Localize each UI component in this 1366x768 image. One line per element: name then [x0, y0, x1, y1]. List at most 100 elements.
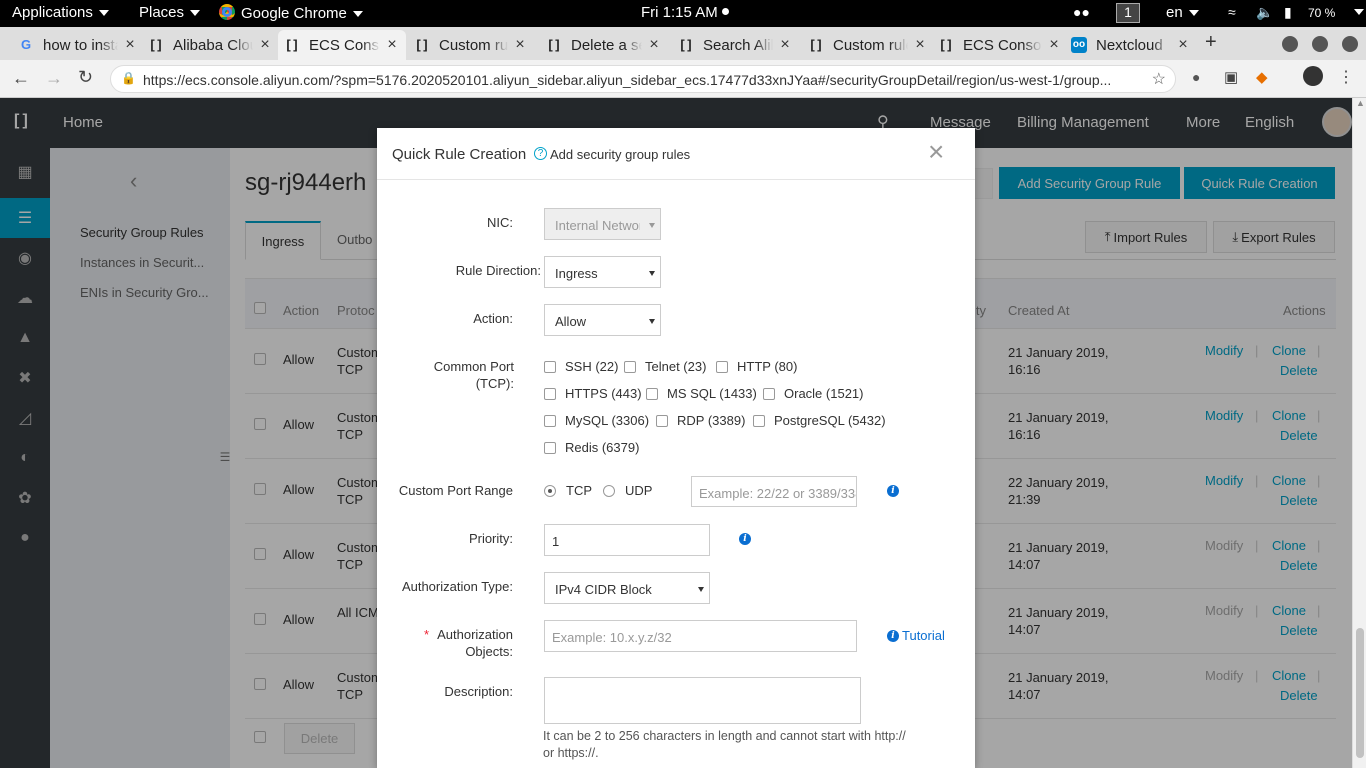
browser-tab-strip: Ghow to install× [ ]Alibaba Cloud× [ ]EC…	[0, 27, 1366, 60]
udp-radio[interactable]: UDP	[603, 483, 652, 498]
chrome-app-menu[interactable]: Google Chrome	[219, 4, 363, 22]
radio-dot[interactable]	[544, 484, 556, 497]
page-scrollbar[interactable]: ▲	[1352, 98, 1366, 768]
applications-menu[interactable]: Applications	[12, 4, 109, 21]
close-tab-icon[interactable]: ×	[912, 36, 928, 54]
dialog-title: Quick Rule Creation	[392, 146, 527, 163]
tutorial-link[interactable]: Tutorial	[902, 628, 945, 643]
description-textarea[interactable]	[544, 677, 861, 724]
port-telnet-checkbox[interactable]: Telnet (23)	[624, 359, 706, 374]
forward-arrow-icon[interactable]: →	[45, 68, 63, 89]
places-menu[interactable]: Places	[139, 4, 201, 21]
extension-icon[interactable]: ●	[1192, 69, 1200, 85]
close-tab-icon[interactable]: ×	[384, 36, 400, 54]
nic-select[interactable]: Internal Network	[544, 208, 661, 240]
aliyun-icon: [ ]	[416, 37, 428, 52]
rule-direction-label: Rule Direction:	[455, 263, 541, 278]
checkbox-box[interactable]	[624, 360, 636, 373]
dialog-header-divider	[377, 179, 975, 180]
close-tab-icon[interactable]: ×	[777, 36, 793, 54]
checkbox-box[interactable]	[656, 414, 668, 427]
battery-icon[interactable]: ▮	[1284, 4, 1292, 21]
checkbox-box[interactable]	[544, 360, 556, 373]
checkbox-box[interactable]	[544, 387, 556, 400]
close-icon[interactable]: ×	[928, 138, 944, 166]
port-redis-checkbox[interactable]: Redis (6379)	[544, 440, 639, 455]
browser-tab[interactable]: Ghow to install×	[18, 30, 138, 60]
close-tab-icon[interactable]: ×	[257, 36, 273, 54]
port-ssh-checkbox[interactable]: SSH (22)	[544, 359, 618, 374]
authorization-objects-input[interactable]: Example: 10.x.y.z/32	[544, 620, 857, 652]
system-menu-caret[interactable]	[1348, 3, 1364, 20]
port-oracle-checkbox[interactable]: Oracle (1521)	[763, 386, 863, 401]
custom-port-range-label: Custom Port Range	[398, 483, 513, 498]
scrollbar-thumb[interactable]	[1356, 628, 1364, 758]
new-tab-button[interactable]: +	[1205, 31, 1217, 54]
workspace-indicator[interactable]: 1	[1116, 3, 1140, 23]
close-tab-icon[interactable]: ×	[1046, 36, 1062, 54]
radio-dot[interactable]	[603, 484, 615, 497]
cube-extension-icon[interactable]: ▣	[1224, 68, 1238, 86]
aliyun-icon: [ ]	[286, 37, 298, 52]
authorization-objects-label: Authorization Objects:	[437, 627, 513, 659]
port-mssql-checkbox[interactable]: MS SQL (1433)	[646, 386, 757, 401]
close-tab-icon[interactable]: ×	[122, 36, 138, 54]
checkbox-box[interactable]	[646, 387, 658, 400]
action-select[interactable]: Allow	[544, 304, 661, 336]
info-icon: i	[887, 630, 899, 642]
checkbox-box[interactable]	[753, 414, 765, 427]
authorization-type-label: Authorization Type:	[401, 579, 513, 594]
info-icon[interactable]: i	[739, 533, 751, 545]
checkbox-box[interactable]	[544, 441, 556, 454]
nic-label: NIC:	[487, 215, 513, 230]
checkbox-box[interactable]	[544, 414, 556, 427]
port-rdp-checkbox[interactable]: RDP (3389)	[656, 413, 745, 428]
priority-label: Priority:	[468, 531, 513, 546]
address-bar[interactable]: 🔒 https://ecs.console.aliyun.com/?spm=51…	[110, 65, 1176, 93]
description-hint: It can be 2 to 256 characters in length …	[543, 729, 906, 760]
aliyun-icon: [ ]	[940, 37, 952, 52]
tcp-radio[interactable]: TCP	[544, 483, 592, 498]
dialog-help-link[interactable]: Add security group rules	[550, 147, 690, 162]
browser-tab-active[interactable]: [ ]ECS Console×	[278, 30, 406, 60]
info-icon[interactable]: i	[887, 485, 899, 497]
browser-tab[interactable]: [ ]Delete a security×	[546, 30, 662, 60]
profile-avatar-icon[interactable]	[1303, 66, 1323, 86]
volume-icon[interactable]: 🔈	[1256, 4, 1273, 21]
checkbox-box[interactable]	[716, 360, 728, 373]
port-mysql-checkbox[interactable]: MySQL (3306)	[544, 413, 649, 428]
checkbox-box[interactable]	[763, 387, 775, 400]
bookmark-star-icon[interactable]: ☆	[1152, 69, 1166, 89]
back-arrow-icon[interactable]: ←	[12, 68, 30, 89]
browser-tab[interactable]: [ ]Custom rules×	[808, 30, 928, 60]
close-tab-icon[interactable]: ×	[646, 36, 662, 54]
reload-icon[interactable]: ↻	[78, 67, 93, 88]
port-postgresql-checkbox[interactable]: PostgreSQL (5432)	[753, 413, 886, 428]
help-icon[interactable]: ?	[534, 147, 547, 160]
browser-tab[interactable]: oo Nextcloud ×	[1071, 30, 1191, 60]
metamask-icon[interactable]: ◆	[1256, 68, 1268, 86]
priority-input[interactable]: 1	[544, 524, 710, 556]
browser-tab[interactable]: [ ]Alibaba Cloud×	[148, 30, 273, 60]
authorization-type-select[interactable]: IPv4 CIDR Block	[544, 572, 710, 604]
clock[interactable]: Fri 1:15 AM	[641, 4, 729, 21]
quick-rule-creation-dialog: Quick Rule Creation ? Add security group…	[377, 128, 975, 768]
language-menu[interactable]: en	[1166, 4, 1199, 21]
minimize-window-icon[interactable]	[1282, 36, 1298, 52]
maximize-window-icon[interactable]	[1312, 36, 1328, 52]
url-text: https://ecs.console.aliyun.com/?spm=5176…	[143, 72, 1112, 88]
close-tab-icon[interactable]: ×	[512, 36, 528, 54]
port-http-checkbox[interactable]: HTTP (80)	[716, 359, 797, 374]
port-https-checkbox[interactable]: HTTPS (443)	[544, 386, 642, 401]
chrome-menu-icon[interactable]: ⋮	[1338, 67, 1354, 87]
port-range-input[interactable]: Example: 22/22 or 3389/3389	[691, 476, 857, 507]
close-window-icon[interactable]	[1342, 36, 1358, 52]
wifi-icon[interactable]: ≈	[1228, 4, 1236, 20]
aliyun-icon: [ ]	[548, 37, 560, 52]
browser-tab[interactable]: [ ]ECS Console×	[938, 30, 1062, 60]
rule-direction-select[interactable]: Ingress	[544, 256, 661, 288]
tray-icon[interactable]: ●●	[1073, 4, 1090, 20]
browser-tab[interactable]: [ ]Search Alibaba×	[678, 30, 793, 60]
browser-tab[interactable]: [ ]Custom rules×	[414, 30, 528, 60]
close-tab-icon[interactable]: ×	[1175, 36, 1191, 54]
